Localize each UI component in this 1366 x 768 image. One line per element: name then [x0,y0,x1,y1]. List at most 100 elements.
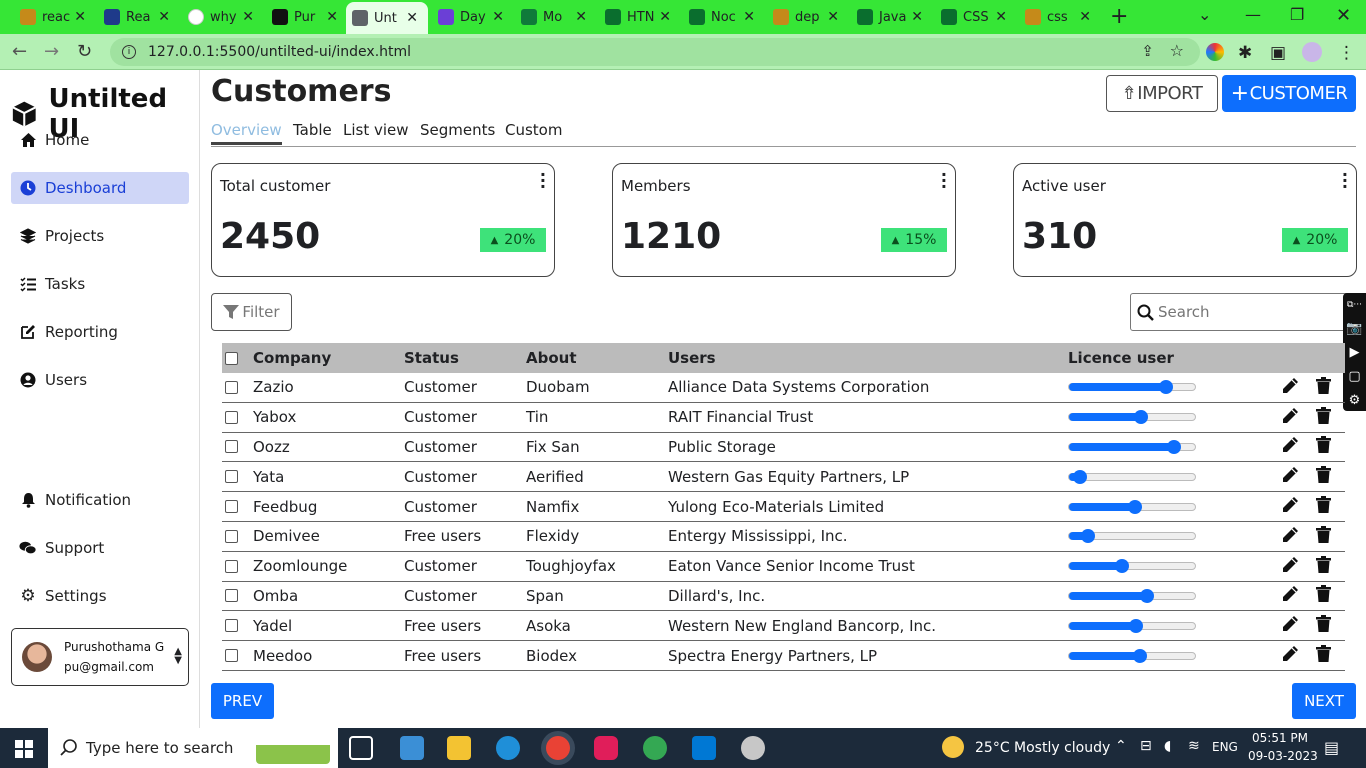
row-checkbox[interactable] [225,589,238,603]
edit-pencil-icon[interactable] [1282,615,1299,636]
licence-slider[interactable] [1068,588,1196,603]
slider-thumb[interactable] [1132,648,1147,663]
row-checkbox[interactable] [225,529,238,543]
browser-tab[interactable]: Unt ✕ [346,2,428,34]
browser-tab[interactable]: Day ✕ [438,5,508,29]
sidebar-item-users[interactable]: Users [11,364,189,396]
tab-close-icon[interactable]: ✕ [655,9,675,25]
edit-pencil-icon[interactable] [1282,407,1299,428]
slider-thumb[interactable] [1128,618,1143,633]
edit-pencil-icon[interactable] [1282,645,1299,666]
row-checkbox[interactable] [225,440,238,454]
side-panel-icon[interactable]: ▣ [1270,43,1286,63]
row-checkbox[interactable] [225,380,238,394]
row-checkbox[interactable] [225,619,238,633]
slider-thumb[interactable] [1133,410,1148,425]
wifi-icon[interactable]: ≋ [1188,738,1200,754]
delete-trash-icon[interactable] [1316,555,1331,577]
add-customer-button[interactable]: + CUSTOMER [1222,75,1356,112]
licence-slider[interactable] [1068,380,1196,395]
browser-tab[interactable]: css ✕ [1025,5,1095,29]
search-field[interactable] [1130,293,1350,331]
restore-button[interactable]: ❐ [1290,5,1304,24]
licence-slider[interactable] [1068,439,1196,454]
browser-tab[interactable]: Mo ✕ [521,5,591,29]
task-view-icon[interactable] [349,736,373,760]
tab-close-icon[interactable]: ✕ [739,9,759,25]
file-explorer-icon[interactable] [447,736,471,760]
paint-icon[interactable] [741,736,765,760]
slider-thumb[interactable] [1127,499,1142,514]
forward-icon[interactable]: → [44,41,59,62]
browser-tab[interactable]: Java ✕ [857,5,927,29]
tab-close-icon[interactable]: ✕ [154,9,174,25]
delete-trash-icon[interactable] [1316,615,1331,636]
weather-icon[interactable] [942,736,964,758]
taskbar-search[interactable]: Type here to search [48,728,338,768]
tab-close-icon[interactable]: ✕ [70,9,90,25]
profile-card[interactable]: Purushothama G pu@gmail.com ▲ ▼ [11,628,189,686]
site-info-icon[interactable]: i [122,45,136,59]
computer-app-icon[interactable] [400,736,424,760]
slack-icon[interactable] [594,736,618,760]
sidebar-item-projects[interactable]: Projects [11,220,189,252]
video-icon[interactable]: ▶ [1343,341,1366,365]
sidebar-item-reporting[interactable]: Reporting [11,316,189,348]
search-input[interactable] [1158,303,1338,321]
sidebar-item-notification[interactable]: Notification [11,484,189,516]
chevron-up-icon[interactable]: ⌃ [1115,738,1127,754]
tab-close-icon[interactable]: ✕ [488,9,508,25]
tab-close-icon[interactable]: ✕ [571,9,591,25]
chrome-active-icon[interactable] [546,736,570,760]
notification-center-icon[interactable]: ▤ [1324,738,1339,757]
slider-thumb[interactable] [1080,529,1095,544]
delete-trash-icon[interactable] [1316,406,1331,428]
row-checkbox[interactable] [225,410,238,424]
back-icon[interactable]: ← [12,41,27,62]
kebab-menu-icon[interactable]: · · · [1342,167,1348,195]
delete-trash-icon[interactable] [1316,585,1331,606]
new-tab-button[interactable]: + [1110,4,1128,29]
edit-pencil-icon[interactable] [1282,436,1299,457]
row-checkbox[interactable] [225,500,238,514]
camera-icon[interactable]: 📷 [1343,317,1366,341]
speaker-icon[interactable]: ◖ [1164,738,1171,754]
edit-pencil-icon[interactable] [1282,556,1299,577]
extensions-puzzle-icon[interactable]: ✱ [1238,43,1252,63]
share-icon[interactable]: ⇪ [1141,42,1154,60]
import-button[interactable]: ⇮ IMPORT [1106,75,1218,112]
column-header-company[interactable]: Company [253,349,331,367]
tab-overview[interactable]: Overview [211,121,282,145]
reload-icon[interactable]: ↻ [77,41,92,62]
browser-tab[interactable]: Rea ✕ [104,5,174,29]
delete-trash-icon[interactable] [1316,496,1331,517]
clock-date[interactable]: 09-03-2023 [1248,749,1318,763]
browser-tab[interactable]: HTN ✕ [605,5,675,29]
licence-slider[interactable] [1068,529,1196,544]
sidebar-item-support[interactable]: Support [11,532,189,564]
edit-pencil-icon[interactable] [1282,377,1299,398]
licence-slider[interactable] [1068,499,1196,514]
next-button[interactable]: NEXT [1292,683,1356,719]
network-icon[interactable]: ⊟ [1140,738,1152,754]
browser-tab[interactable]: Pur ✕ [272,5,342,29]
delete-trash-icon[interactable] [1316,525,1331,547]
licence-slider[interactable] [1068,469,1196,484]
delete-trash-icon[interactable] [1316,376,1331,398]
edit-pencil-icon[interactable] [1282,585,1299,606]
tab-close-icon[interactable]: ✕ [907,9,927,25]
color-extension-icon[interactable] [1206,43,1224,61]
tab-close-icon[interactable]: ✕ [238,9,258,25]
delete-trash-icon[interactable] [1316,436,1331,457]
column-header-status[interactable]: Status [404,349,459,367]
clock-time[interactable]: 05:51 PM [1252,731,1308,745]
edit-pencil-icon[interactable] [1282,466,1299,487]
tab-close-icon[interactable]: ✕ [1075,9,1095,25]
slider-thumb[interactable] [1166,439,1181,454]
filter-button[interactable]: Filter [211,293,292,331]
tab-list-view[interactable]: List view [343,121,409,139]
browser-tab[interactable]: dep ✕ [773,5,843,29]
close-window-button[interactable]: ✕ [1336,5,1351,26]
vscode-icon[interactable] [692,736,716,760]
sidebar-item-home[interactable]: Home [11,124,189,156]
